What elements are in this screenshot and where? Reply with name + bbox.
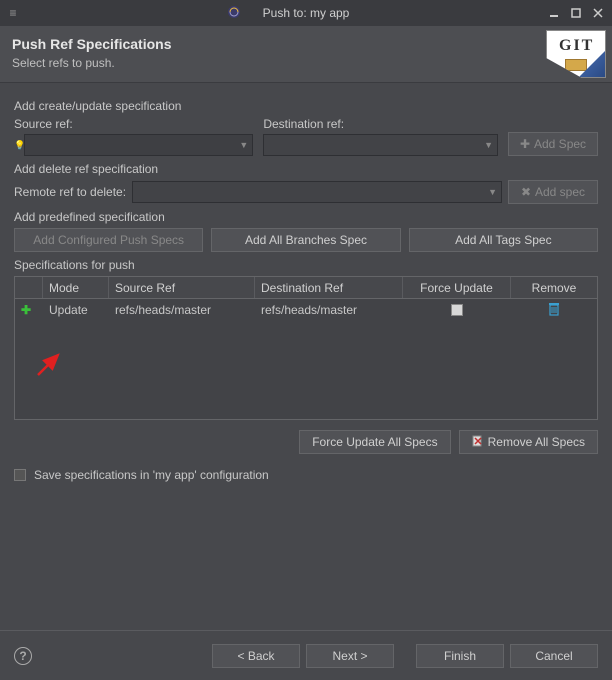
remove-all-icon	[472, 435, 484, 450]
add-all-branches-spec-button[interactable]: Add All Branches Spec	[211, 228, 400, 252]
help-icon[interactable]: ?	[14, 647, 32, 665]
col-header-source[interactable]: Source Ref	[109, 277, 255, 298]
cell-destination: refs/heads/master	[255, 299, 403, 321]
cell-source: refs/heads/master	[109, 299, 255, 321]
window-titlebar: ≡ Push to: my app	[0, 0, 612, 26]
wizard-title: Push Ref Specifications	[12, 36, 600, 52]
force-update-all-specs-button[interactable]: Force Update All Specs	[299, 430, 450, 454]
cancel-button[interactable]: Cancel	[510, 644, 598, 668]
minimize-icon[interactable]	[544, 4, 564, 22]
predefined-section-label: Add predefined specification	[14, 210, 598, 224]
specs-table: Mode Source Ref Destination Ref Force Up…	[14, 276, 598, 420]
col-header-remove[interactable]: Remove	[511, 277, 597, 298]
trash-icon[interactable]	[548, 302, 560, 319]
plus-icon: ✚	[21, 303, 31, 317]
destination-ref-combo[interactable]: ▼	[263, 134, 498, 156]
remote-ref-delete-combo[interactable]: ▼	[132, 181, 502, 203]
delete-section-label: Add delete ref specification	[14, 162, 598, 176]
specs-for-push-label: Specifications for push	[14, 258, 598, 272]
destination-ref-label: Destination ref:	[263, 117, 498, 131]
source-ref-label: Source ref:	[14, 117, 253, 131]
hint-bulb-icon[interactable]: 💡	[14, 140, 24, 151]
remove-all-specs-button[interactable]: Remove All Specs	[459, 430, 598, 454]
chevron-down-icon: ▼	[484, 140, 493, 150]
menu-icon[interactable]: ≡	[0, 6, 26, 20]
wizard-subtitle: Select refs to push.	[12, 56, 600, 70]
save-config-checkbox[interactable]	[14, 469, 26, 481]
source-ref-combo[interactable]: ▼	[24, 134, 253, 156]
save-config-label: Save specifications in 'my app' configur…	[34, 468, 269, 482]
force-update-checkbox[interactable]	[451, 304, 463, 316]
col-header-destination[interactable]: Destination Ref	[255, 277, 403, 298]
back-button[interactable]: < Back	[212, 644, 300, 668]
add-configured-push-specs-button[interactable]: Add Configured Push Specs	[14, 228, 203, 252]
table-row[interactable]: ✚ Update refs/heads/master refs/heads/ma…	[15, 299, 597, 321]
col-header-force[interactable]: Force Update	[403, 277, 511, 298]
chevron-down-icon: ▼	[239, 140, 248, 150]
plus-icon: ✚	[520, 137, 530, 151]
add-create-spec-button[interactable]: ✚ Add Spec	[508, 132, 598, 156]
add-delete-spec-button[interactable]: ✖ Add spec	[508, 180, 598, 204]
next-button[interactable]: Next >	[306, 644, 394, 668]
create-update-section-label: Add create/update specification	[14, 99, 598, 113]
col-header-mode[interactable]: Mode	[43, 277, 109, 298]
remote-ref-delete-label: Remote ref to delete:	[14, 185, 126, 199]
eclipse-icon	[226, 4, 242, 20]
add-all-tags-spec-button[interactable]: Add All Tags Spec	[409, 228, 598, 252]
window-title: Push to: my app	[263, 6, 350, 20]
close-icon[interactable]	[588, 4, 608, 22]
git-banner-icon: GIT	[546, 30, 606, 78]
specs-table-header: Mode Source Ref Destination Ref Force Up…	[15, 277, 597, 299]
maximize-icon[interactable]	[566, 4, 586, 22]
chevron-down-icon: ▼	[488, 187, 497, 197]
delete-icon: ✖	[521, 185, 531, 199]
finish-button[interactable]: Finish	[416, 644, 504, 668]
cell-mode: Update	[43, 299, 109, 321]
wizard-header: Push Ref Specifications Select refs to p…	[0, 26, 612, 83]
wizard-footer: ? < Back Next > Finish Cancel	[0, 630, 612, 680]
